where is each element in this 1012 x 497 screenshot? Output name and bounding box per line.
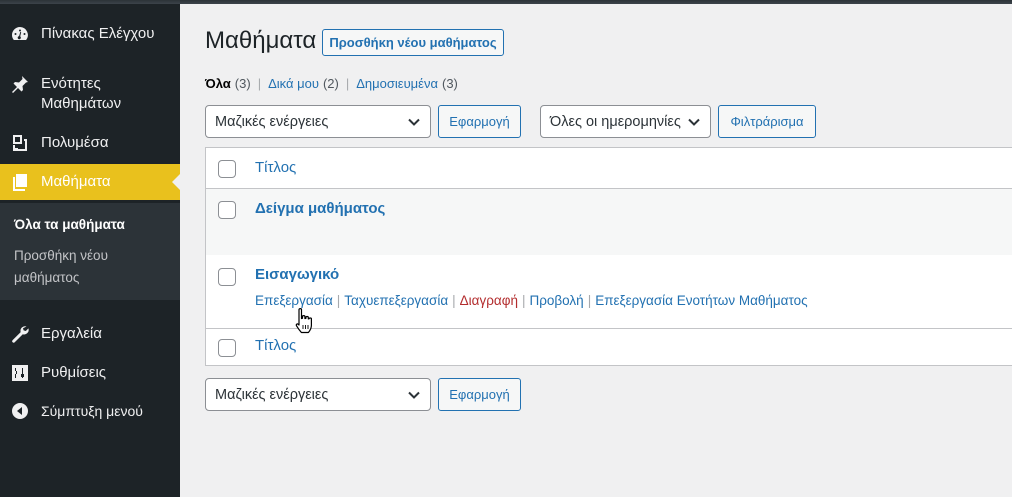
view-all-link[interactable]: Όλα	[205, 76, 231, 91]
apply-button-top[interactable]: Εφαρμογή	[438, 105, 521, 138]
edit-link[interactable]: Επεξεργασία	[255, 293, 333, 308]
sidebar-item-dashboard[interactable]: Πίνακας Ελέγχου	[0, 24, 180, 44]
action-separator: |	[587, 293, 592, 308]
wrench-icon	[10, 324, 30, 344]
view-count: (2)	[322, 76, 339, 91]
sidebar-item-label: Μαθήματα	[41, 173, 111, 190]
action-separator: |	[452, 293, 456, 308]
top-bar-shadow	[0, 0, 1012, 4]
date-filter-value: Όλες οι ημερομηνίες	[550, 113, 681, 130]
view-separator: |	[345, 76, 350, 91]
add-new-course-button[interactable]: Προσθήκη νέου μαθήματος	[322, 29, 504, 56]
table-footer-row: Τίτλος	[206, 328, 1012, 366]
submenu-add-new-course[interactable]: Προσθήκη νέου μαθήματος	[14, 245, 164, 289]
courses-table: Τίτλος Δείγμα μαθήματος Εισαγωγικό Επεξε…	[205, 147, 1012, 366]
page-title: Μαθήματα	[205, 27, 317, 54]
title-column-header[interactable]: Τίτλος	[255, 159, 296, 176]
action-separator: |	[521, 293, 526, 308]
dashboard-icon	[10, 24, 30, 44]
view-count: (3)	[442, 76, 458, 91]
post-title-link[interactable]: Δείγμα μαθήματος	[255, 200, 385, 217]
apply-button-bottom[interactable]: Εφαρμογή	[438, 378, 521, 411]
title-column-footer[interactable]: Τίτλος	[255, 337, 296, 354]
sidebar-item-label: Εργαλεία	[41, 325, 102, 342]
pages-icon	[10, 172, 30, 192]
submenu-all-courses[interactable]: Όλα τα μαθήματα	[14, 214, 164, 236]
sidebar-submenu: Όλα τα μαθήματα Προσθήκη νέου μαθήματος	[0, 203, 180, 300]
bulk-actions-value: Μαζικές ενέργειες	[215, 113, 329, 130]
filter-button[interactable]: Φιλτράρισμα	[718, 105, 816, 138]
chevron-down-icon	[687, 115, 701, 129]
view-link[interactable]: Προβολή	[529, 293, 583, 308]
select-all-checkbox[interactable]	[218, 160, 236, 178]
action-separator: |	[336, 293, 341, 308]
settings-icon	[10, 363, 30, 383]
post-title-link[interactable]: Εισαγωγικό	[255, 266, 339, 283]
pin-icon	[10, 74, 30, 94]
main-content: Μαθήματα Προσθήκη νέου μαθήματος Όλα (3)…	[180, 0, 1012, 497]
sidebar-item-courses[interactable]: Μαθήματα	[0, 164, 180, 200]
view-published-link[interactable]: Δημοσιευμένα	[356, 76, 438, 91]
date-filter-select[interactable]: Όλες οι ημερομηνίες	[540, 105, 711, 138]
edit-course-sections-link[interactable]: Επεξεργασία Ενοτήτων Μαθήματος	[595, 293, 807, 308]
row-checkbox[interactable]	[218, 268, 236, 286]
sidebar-item-label: Ρυθμίσεις	[41, 364, 107, 381]
view-filters: Όλα (3) | Δικά μου (2) | Δημοσιευμένα (3…	[205, 76, 458, 91]
collapse-icon	[10, 401, 30, 421]
sidebar-item-media[interactable]: Πολυμέσα	[0, 133, 180, 153]
sidebar-item-tools[interactable]: Εργαλεία	[0, 324, 180, 344]
sidebar-item-course-sections[interactable]: Ενότητες Μαθημάτων	[0, 74, 180, 114]
sidebar-item-label: Ενότητες Μαθημάτων	[41, 75, 122, 112]
sidebar-item-label: Σύμπτυξη μενού	[41, 403, 143, 419]
view-count: (3)	[234, 76, 251, 91]
quick-edit-link[interactable]: Ταχυεπεξεργασία	[344, 293, 448, 308]
sidebar-item-label: Πολυμέσα	[41, 134, 109, 151]
table-header-row: Τίτλος	[206, 148, 1012, 189]
delete-link[interactable]: Διαγραφή	[460, 293, 518, 308]
view-separator: |	[257, 76, 262, 91]
table-row: Εισαγωγικό Επεξεργασία | Ταχυεπεξεργασία…	[206, 255, 1012, 328]
sidebar-item-settings[interactable]: Ρυθμίσεις	[0, 363, 180, 383]
hand-cursor-icon	[295, 308, 312, 334]
view-mine-link[interactable]: Δικά μου	[268, 76, 319, 91]
bulk-actions-select-bottom[interactable]: Μαζικές ενέργειες	[205, 378, 431, 411]
chevron-down-icon	[407, 115, 421, 129]
admin-sidebar: Πίνακας Ελέγχου Ενότητες Μαθημάτων Πολυμ…	[0, 0, 180, 497]
bulk-actions-select-top[interactable]: Μαζικές ενέργειες	[205, 105, 431, 138]
row-actions: Επεξεργασία | Ταχυεπεξεργασία | Διαγραφή…	[255, 293, 808, 308]
collapse-menu-button[interactable]: Σύμπτυξη μενού	[0, 401, 180, 421]
select-all-checkbox[interactable]	[218, 339, 236, 357]
sidebar-item-label: Πίνακας Ελέγχου	[41, 25, 155, 42]
bulk-actions-value: Μαζικές ενέργειες	[215, 386, 329, 403]
table-row: Δείγμα μαθήματος	[206, 189, 1012, 255]
chevron-down-icon	[407, 388, 421, 402]
media-icon	[10, 133, 30, 153]
row-checkbox[interactable]	[218, 201, 236, 219]
